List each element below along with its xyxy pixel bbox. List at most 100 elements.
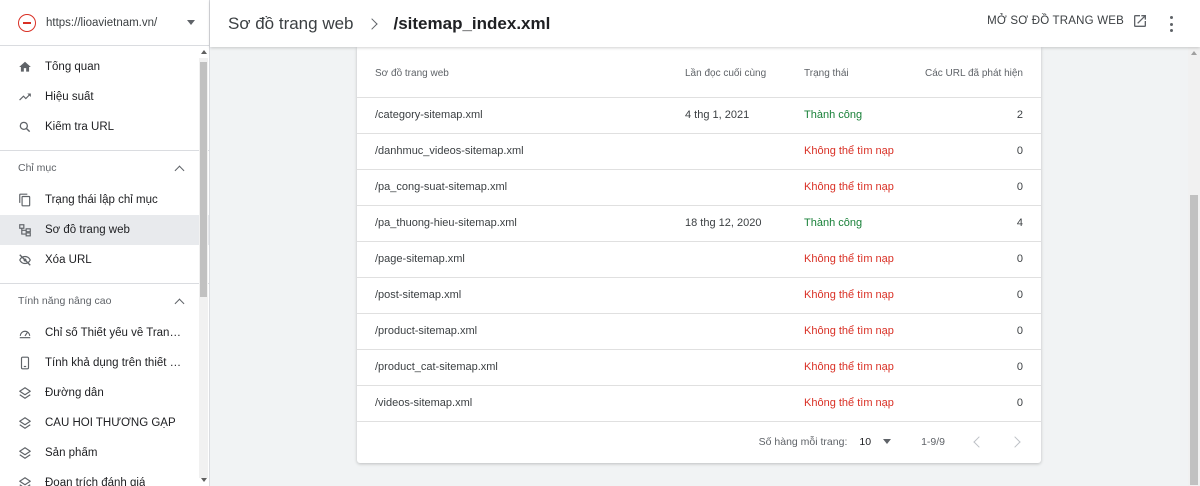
cell-last-read [685,277,804,314]
cell-last-read: 4 thg 1, 2021 [685,97,804,134]
property-selector[interactable]: https://lioavietnam.vn/ [0,0,209,46]
sidebar-item-products[interactable]: Sản phẩm [0,438,209,468]
section-enhancements-toggle[interactable]: Tính năng nâng cao [0,284,209,318]
property-favicon-icon [18,13,36,32]
sidebar-item-sitemaps[interactable]: Sơ đồ trang web [0,215,209,245]
open-in-new-icon [1134,15,1146,27]
sidebar-item-label: Sản phẩm [45,447,98,459]
cell-status: Không thể tìm nạp [804,349,924,386]
sitemap-icon [18,223,32,237]
phone-icon [18,356,32,370]
nav-top: Tổng quan Hiệu suất Kiểm tra URL [0,46,209,142]
rows-per-page-value: 10 [859,435,872,448]
table-row[interactable]: /page-sitemap.xml Không thể tìm nạp 0 [357,241,1041,278]
cell-sitemap: /product-sitemap.xml [357,313,685,350]
table-row[interactable]: /category-sitemap.xml 4 thg 1, 2021 Thàn… [357,97,1041,134]
cell-urls: 0 [924,313,1041,350]
sidebar-item-url-inspection[interactable]: Kiểm tra URL [0,112,209,142]
table-row[interactable]: /post-sitemap.xml Không thể tìm nạp 0 [357,277,1041,314]
scroll-down-arrow-icon[interactable] [201,478,207,482]
page-range: 1-9/9 [921,435,945,448]
cell-sitemap: /danhmuc_videos-sitemap.xml [357,133,685,170]
cell-sitemap: /pa_cong-suat-sitemap.xml [357,169,685,206]
chevron-up-icon [174,298,185,308]
sidebar-item-index-coverage[interactable]: Trạng thái lập chỉ mục [0,185,209,215]
sidebar-item-label: Hiệu suất [45,91,94,103]
sidebar-item-review-snippets[interactable]: Đoạn trích đánh giá [0,468,209,486]
cell-urls: 0 [924,385,1041,422]
scroll-up-arrow-icon[interactable] [1191,51,1197,55]
more-options-icon[interactable] [1168,16,1174,32]
open-sitemap-button[interactable]: MỞ SƠ ĐỒ TRANG WEB [987,13,1148,29]
table-header-row: Sơ đồ trang web Lần đọc cuối cùng Trạng … [357,47,1041,98]
sitemap-table-card: Sơ đồ trang web Lần đọc cuối cùng Trạng … [357,47,1041,463]
layers-icon [18,386,32,400]
cell-sitemap: /post-sitemap.xml [357,277,685,314]
sidebar-item-removals[interactable]: Xóa URL [0,245,209,275]
cell-urls: 0 [924,349,1041,386]
rows-per-page-label: Số hàng mỗi trang: [758,435,848,448]
scroll-up-arrow-icon[interactable] [201,50,207,54]
previous-page-icon[interactable] [973,435,985,448]
chevron-right-icon [365,17,378,30]
cell-sitemap: /category-sitemap.xml [357,97,685,134]
table-row[interactable]: /pa_thuong-hieu-sitemap.xml 18 thg 12, 2… [357,205,1041,242]
cell-status: Không thể tìm nạp [804,385,924,422]
cell-last-read [685,241,804,278]
column-header-sitemap[interactable]: Sơ đồ trang web [357,47,685,98]
cell-last-read [685,349,804,386]
column-header-discovered-urls[interactable]: Các URL đã phát hiện [924,47,1041,98]
layers-icon [18,416,32,430]
sidebar-item-overview[interactable]: Tổng quan [0,52,209,82]
sidebar-item-breadcrumbs[interactable]: Đường dẫn [0,378,209,408]
eye-off-icon [18,253,32,267]
open-sitemap-label: MỞ SƠ ĐỒ TRANG WEB [987,15,1124,27]
sidebar-item-label: Tổng quan [45,61,100,73]
section-enhancements-title: Tính năng nâng cao [18,295,112,307]
search-icon [18,120,32,134]
sidebar-item-label: Trạng thái lập chỉ mục [45,194,158,206]
dropdown-caret-icon [187,20,195,25]
home-icon [18,60,32,74]
sidebar-item-performance[interactable]: Hiệu suất [0,82,209,112]
table-row[interactable]: /product_cat-sitemap.xml Không thể tìm n… [357,349,1041,386]
column-header-status[interactable]: Trạng thái [804,47,924,98]
cell-last-read [685,169,804,206]
sidebar-item-label: Kiểm tra URL [45,121,115,133]
rows-per-page-select[interactable]: 10 [859,435,892,448]
scrollbar-thumb[interactable] [1190,195,1198,485]
sidebar-item-core-web-vitals[interactable]: Chỉ số Thiết yếu về Trang ... [0,318,209,348]
breadcrumb-parent[interactable]: Sơ đồ trang web [228,14,354,34]
sidebar-item-label: Đoạn trích đánh giá [45,477,146,486]
sidebar-item-mobile-usability[interactable]: Tính khả dụng trên thiết bị... [0,348,209,378]
cell-status: Không thể tìm nạp [804,241,924,278]
sidebar-item-label: Sơ đồ trang web [45,224,130,236]
column-header-last-read[interactable]: Lần đọc cuối cùng [685,47,804,98]
cell-urls: 0 [924,241,1041,278]
table-pagination: Số hàng mỗi trang: 10 1-9/9 [357,420,1041,463]
trending-up-icon [18,90,32,104]
table-row[interactable]: /videos-sitemap.xml Không thể tìm nạp 0 [357,385,1041,422]
cell-status: Không thể tìm nạp [804,313,924,350]
cell-urls: 0 [924,277,1041,314]
sidebar-item-faq[interactable]: CÂU HỎI THƯỜNG GẶP [0,408,209,438]
cell-status: Thành công [804,205,924,242]
main-scrollbar[interactable] [1188,47,1200,486]
table-row[interactable]: /danhmuc_videos-sitemap.xml Không thể tì… [357,133,1041,170]
cell-urls: 0 [924,169,1041,206]
next-page-icon[interactable] [1009,435,1021,448]
table-row[interactable]: /pa_cong-suat-sitemap.xml Không thể tìm … [357,169,1041,206]
copy-icon [18,193,32,207]
cell-urls: 4 [924,205,1041,242]
scrollbar-thumb[interactable] [200,62,207,297]
sidebar-item-label: Tính khả dụng trên thiết bị... [45,357,185,369]
layers-icon [18,446,32,460]
section-index-toggle[interactable]: Chỉ mục [0,151,209,185]
sidebar-scrollbar[interactable] [199,50,208,486]
sidebar-item-label: CÂU HỎI THƯỜNG GẶP [45,417,176,429]
cell-status: Không thể tìm nạp [804,133,924,170]
section-index-title: Chỉ mục [18,162,57,174]
cell-urls: 0 [924,133,1041,170]
sitemaps-table: Sơ đồ trang web Lần đọc cuối cùng Trạng … [357,47,1041,422]
table-row[interactable]: /product-sitemap.xml Không thể tìm nạp 0 [357,313,1041,350]
